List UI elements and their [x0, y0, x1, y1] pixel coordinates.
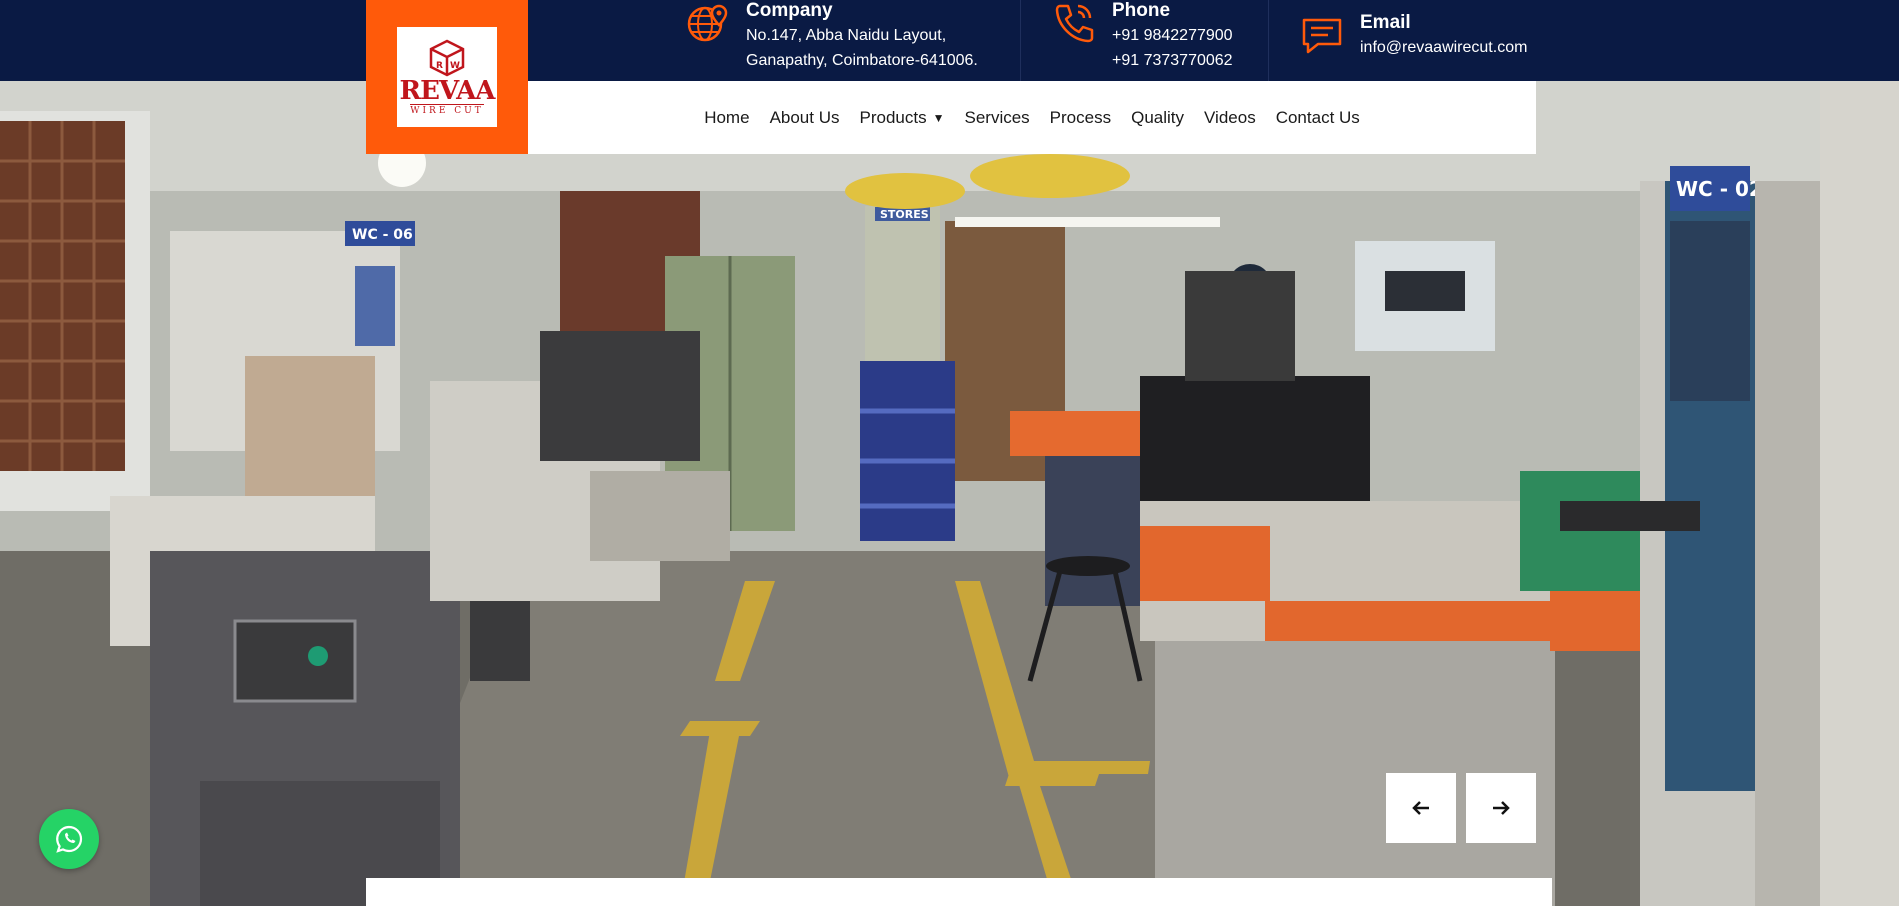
svg-text:R: R [436, 61, 443, 71]
contact-company: Company No.147, Abba Naidu Layout, Ganap… [686, 0, 978, 81]
nav-quality[interactable]: Quality [1131, 108, 1184, 128]
nav-services[interactable]: Services [964, 108, 1029, 128]
hero-slider: STORES WC - 06 WC - 02 [0, 81, 1899, 906]
nav-contact-us[interactable]: Contact Us [1276, 108, 1360, 128]
logo-badge: R W REVAA WIRE CUT [397, 27, 497, 127]
svg-text:W: W [450, 61, 460, 71]
nav-about-us[interactable]: About Us [770, 108, 840, 128]
slider-next-button[interactable] [1466, 773, 1536, 843]
chevron-down-icon: ▼ [932, 110, 945, 125]
phone-title: Phone [1112, 0, 1171, 21]
contact-phone: Phone +91 9842277900 +91 7373770062 [1052, 0, 1233, 81]
logo-name: REVAA [399, 76, 496, 106]
contact-email: Email info@revaawirecut.com [1300, 0, 1527, 81]
arrow-right-icon [1493, 801, 1510, 815]
email-title: Email [1360, 12, 1411, 33]
nav-home[interactable]: Home [704, 108, 749, 128]
company-address-line1: No.147, Abba Naidu Layout, [746, 27, 947, 44]
company-address-line2: Ganapathy, Coimbatore-641006. [746, 52, 978, 69]
nav-videos[interactable]: Videos [1204, 108, 1256, 128]
phone-icon [1055, 4, 1094, 43]
whatsapp-icon [56, 825, 83, 853]
workshop-photo: STORES WC - 06 WC - 02 [0, 81, 1899, 906]
globe-location-icon [687, 4, 728, 42]
contact-divider [1268, 0, 1269, 81]
slider-prev-button[interactable] [1386, 773, 1456, 843]
nav-products[interactable]: Products ▼ [860, 108, 945, 128]
nav-process[interactable]: Process [1050, 108, 1111, 128]
email-address[interactable]: info@revaawirecut.com [1360, 34, 1527, 62]
arrow-left-icon [1412, 801, 1429, 815]
main-navigation: Home About Us Products ▼ Services Proces… [528, 81, 1536, 154]
machine-sign-right: WC - 02 [1676, 177, 1763, 201]
nav-products-label: Products [859, 107, 927, 127]
contact-divider [1020, 0, 1021, 81]
whatsapp-button[interactable] [39, 809, 99, 869]
logo-cube-icon: R W [429, 39, 465, 77]
phone-number-2[interactable]: +91 7373770062 [1112, 50, 1233, 72]
company-title: Company [746, 0, 833, 21]
content-panel [366, 878, 1552, 906]
chat-message-icon [1302, 18, 1342, 54]
site-logo[interactable]: R W REVAA WIRE CUT [366, 0, 528, 154]
phone-number-1[interactable]: +91 9842277900 [1112, 22, 1233, 50]
stores-sign: STORES [880, 208, 929, 221]
logo-tagline: WIRE CUT [410, 104, 484, 116]
machine-sign-left: WC - 06 [352, 227, 413, 243]
